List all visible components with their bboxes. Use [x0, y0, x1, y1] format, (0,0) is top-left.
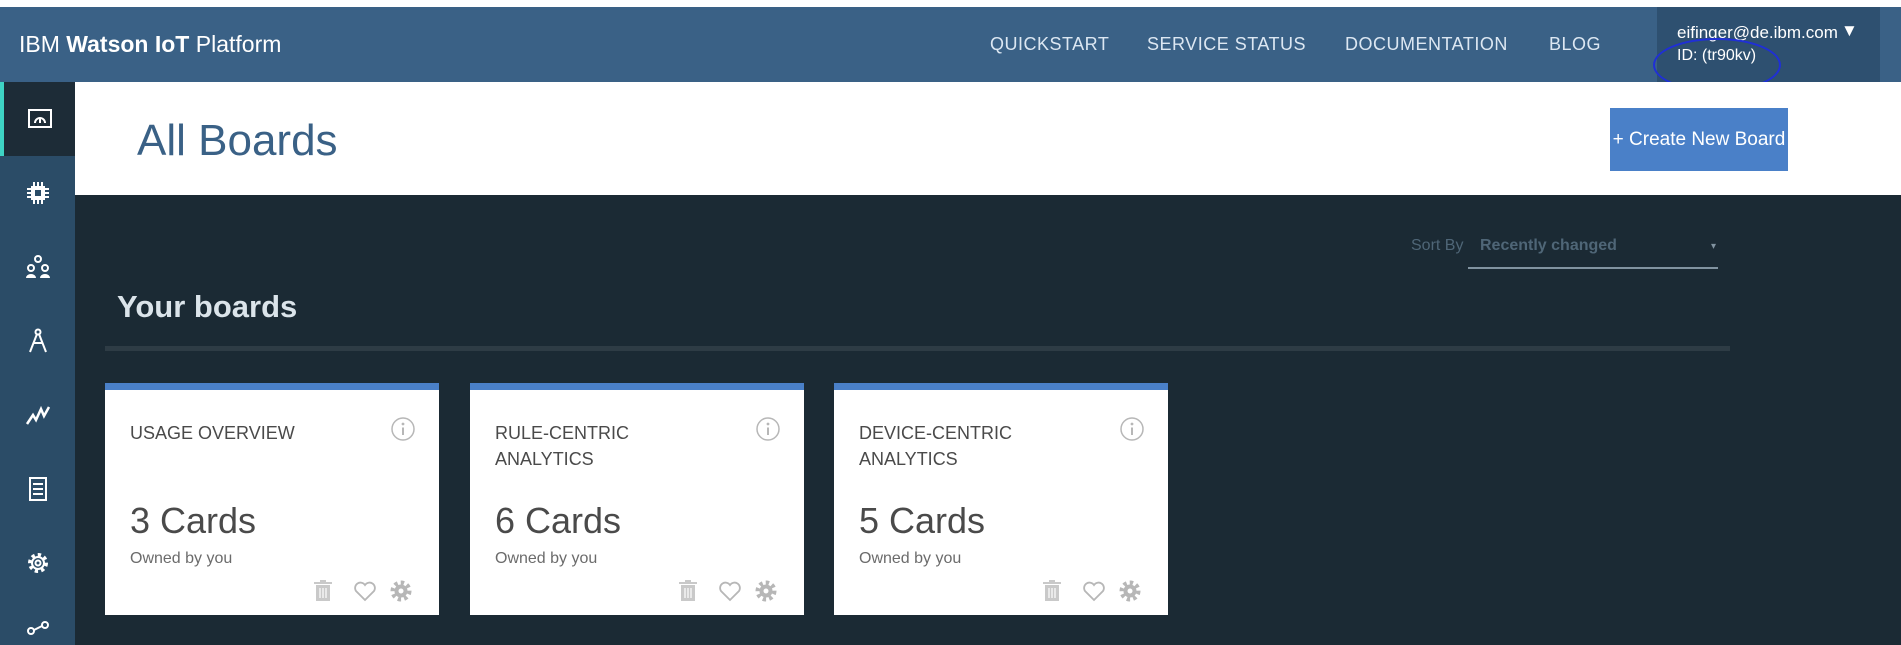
nav-service-status[interactable]: SERVICE STATUS [1147, 34, 1306, 55]
sidebar-item-settings[interactable] [0, 526, 75, 600]
brand-ibm: IBM [19, 31, 60, 57]
extensions-icon [26, 621, 49, 635]
top-strip [0, 0, 1901, 7]
nav-blog[interactable]: BLOG [1549, 34, 1601, 55]
board-card[interactable]: USAGE OVERVIEW 3 Cards Owned by you [105, 383, 439, 615]
sidebar-item-usage[interactable] [0, 452, 75, 526]
nav-quickstart[interactable]: QUICKSTART [990, 34, 1109, 55]
board-card[interactable]: RULE-CENTRIC ANALYTICS 6 Cards Owned by … [470, 383, 804, 615]
chevron-down-icon: ▾ [1710, 241, 1716, 252]
sidebar-item-apps[interactable] [0, 304, 75, 378]
top-header: IBM Watson IoT Platform QUICKSTART SERVI… [0, 7, 1901, 82]
board-card-title[interactable]: DEVICE-CENTRIC ANALYTICS [859, 420, 1089, 472]
sidebar [0, 82, 75, 645]
heart-icon[interactable] [352, 578, 378, 604]
board-card-owner: Owned by you [495, 550, 598, 567]
brand-platform: Platform [195, 31, 282, 57]
devices-chip-icon [26, 182, 49, 204]
nav-documentation[interactable]: DOCUMENTATION [1345, 34, 1508, 55]
settings-gear-icon[interactable] [1117, 578, 1143, 604]
settings-gear-icon[interactable] [388, 578, 414, 604]
board-card-owner: Owned by you [130, 550, 233, 567]
settings-gear-icon [27, 553, 48, 573]
usage-document-icon [28, 477, 47, 501]
sidebar-item-analytics[interactable] [0, 378, 75, 452]
info-icon[interactable] [755, 416, 781, 442]
board-card-title[interactable]: USAGE OVERVIEW [130, 420, 360, 446]
board-card-count: 6 Cards [495, 500, 622, 541]
trash-icon[interactable] [675, 578, 701, 604]
info-icon[interactable] [390, 416, 416, 442]
sidebar-item-boards[interactable] [0, 82, 75, 156]
board-card-count: 5 Cards [859, 500, 986, 541]
brand-watson: Watson IoT [66, 31, 190, 57]
boards-icon [27, 109, 52, 128]
sort-by-value: Recently changed [1480, 237, 1617, 254]
board-card-title[interactable]: RULE-CENTRIC ANALYTICS [495, 420, 725, 472]
boards-area: Sort By Recently changed ▾ Your boards U… [75, 195, 1901, 645]
page-header: All Boards + Create New Board [75, 82, 1901, 195]
heart-icon[interactable] [717, 578, 743, 604]
brand-logo[interactable]: IBM Watson IoT Platform [19, 31, 281, 58]
sort-by-select[interactable]: Recently changed ▾ [1468, 231, 1718, 269]
board-card[interactable]: DEVICE-CENTRIC ANALYTICS 5 Cards Owned b… [834, 383, 1168, 615]
trash-icon[interactable] [310, 578, 336, 604]
sidebar-item-devices[interactable] [0, 156, 75, 230]
sort-by-label: Sort By [1411, 237, 1464, 254]
section-divider [105, 346, 1730, 351]
section-title: Your boards [117, 289, 298, 324]
analytics-icon [25, 405, 50, 425]
board-card-count: 3 Cards [130, 500, 257, 541]
apps-compass-icon [28, 328, 47, 353]
heart-icon[interactable] [1081, 578, 1107, 604]
trash-icon[interactable] [1039, 578, 1065, 604]
info-icon[interactable] [1119, 416, 1145, 442]
create-new-board-button[interactable]: + Create New Board [1610, 108, 1788, 171]
sidebar-item-extensions[interactable] [0, 600, 75, 645]
board-card-owner: Owned by you [859, 550, 962, 567]
user-menu-caret-icon[interactable]: ▼ [1841, 21, 1858, 41]
settings-gear-icon[interactable] [753, 578, 779, 604]
page-title: All Boards [137, 116, 338, 165]
members-icon [25, 255, 50, 278]
sidebar-item-members[interactable] [0, 230, 75, 304]
